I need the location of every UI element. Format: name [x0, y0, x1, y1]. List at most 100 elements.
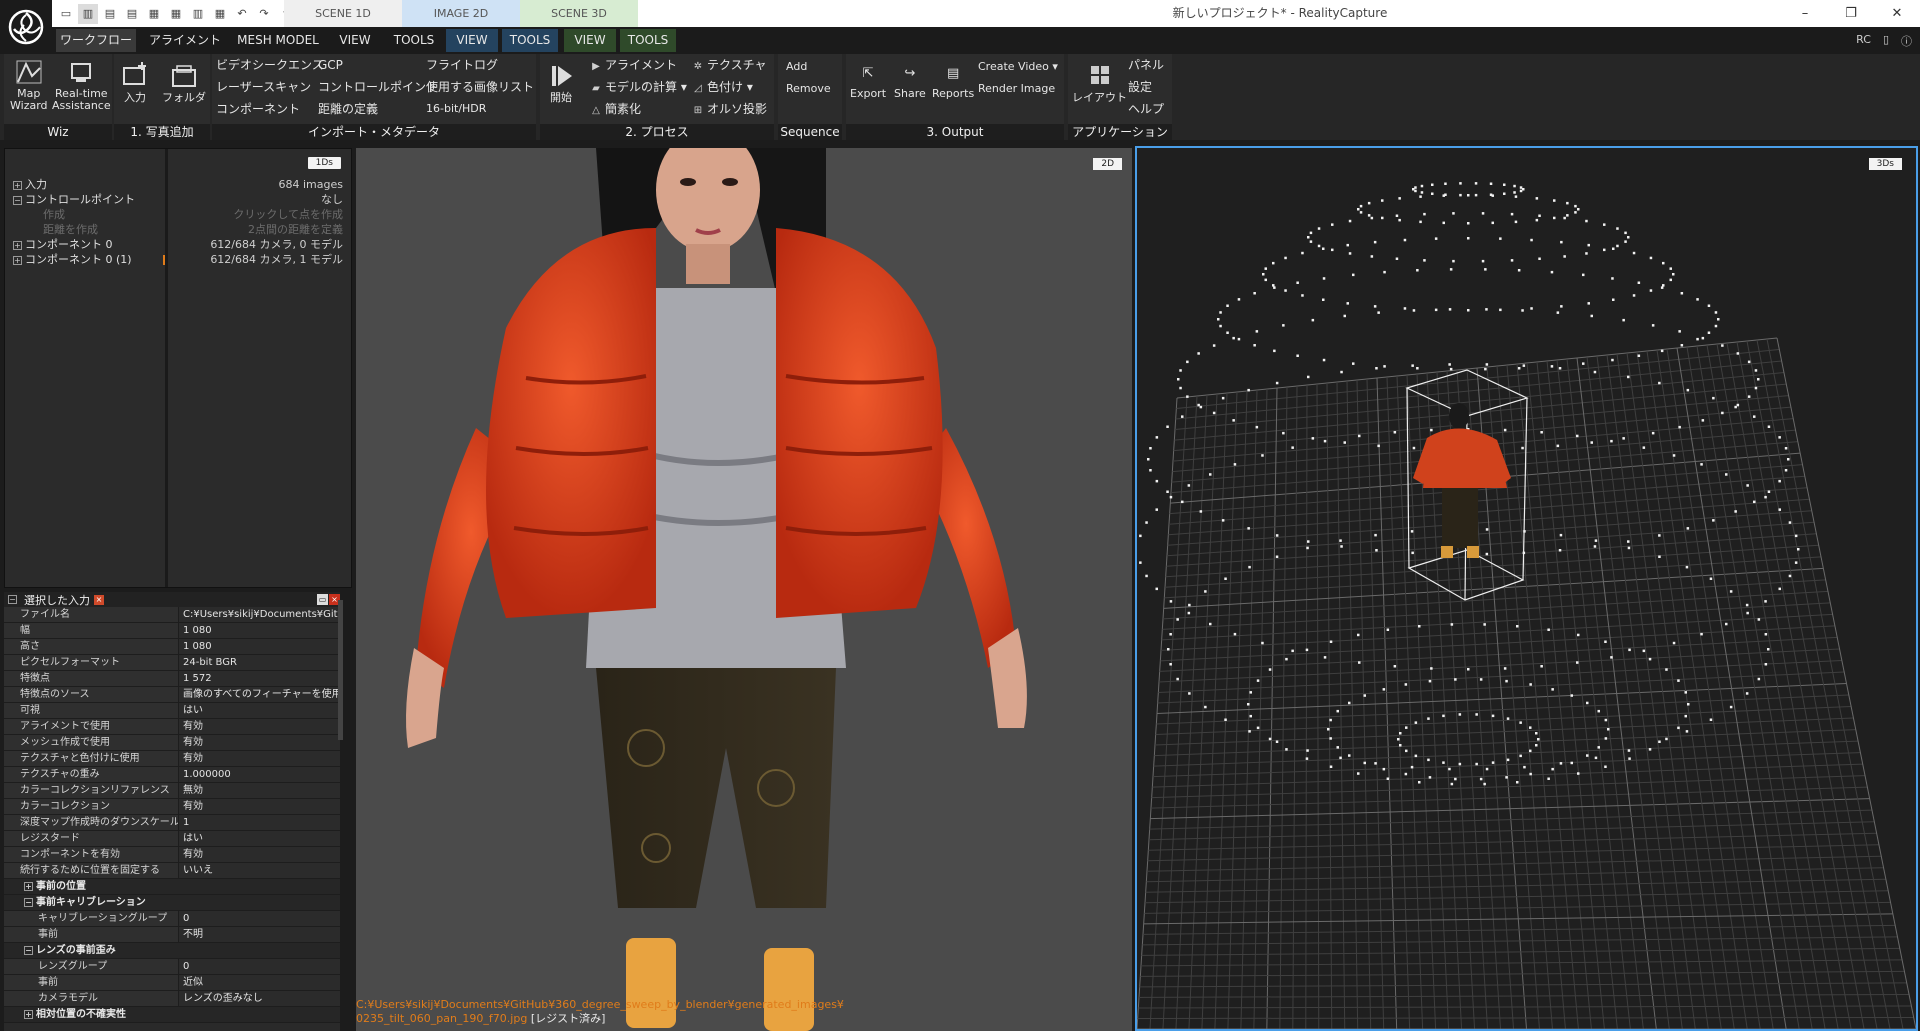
property-row[interactable]: テクスチャと色付けに使用 有効 [4, 751, 340, 767]
tab-tools-1d[interactable]: TOOLS [388, 29, 440, 52]
app-logo-icon[interactable] [0, 0, 52, 54]
property-row[interactable]: ピクセルフォーマット 24-bit BGR [4, 655, 340, 671]
tab-view-2d[interactable]: VIEW [446, 29, 498, 52]
tab-mesh-model[interactable]: MESH MODEL [234, 29, 322, 52]
rc-label[interactable]: RC [1856, 33, 1871, 49]
property-row[interactable]: カラーコレクションリファレンス 無効 [4, 783, 340, 799]
minimize-button[interactable]: – [1782, 0, 1828, 27]
layout-8-icon[interactable]: ▦ [210, 4, 230, 24]
collapse-icon[interactable]: − [8, 595, 17, 604]
property-row[interactable]: レジスタード はい [4, 831, 340, 847]
tab-tools-2d[interactable]: TOOLS [502, 29, 558, 52]
context-tab-image-2d[interactable]: IMAGE 2D [402, 0, 520, 27]
property-row[interactable]: キャリブレーショングループ 0 [4, 911, 340, 927]
folder-button[interactable]: フォルダ [162, 62, 206, 104]
collapse-icon[interactable]: − [13, 196, 22, 205]
layout-2-icon[interactable]: ▥ [78, 3, 98, 24]
help-button[interactable]: ヘルプ [1128, 102, 1164, 116]
property-row[interactable]: 深度マップ作成時のダウンスケール 1 [4, 815, 340, 831]
create-video-button[interactable]: Create Video ▾ [978, 60, 1058, 74]
image-list-button[interactable]: 使用する画像リスト [426, 80, 534, 94]
align-button[interactable]: ▶ アライメント [590, 58, 677, 74]
input-button[interactable]: 入力 [120, 62, 150, 104]
collapse-icon[interactable]: − [24, 946, 33, 955]
map-wizard-button[interactable]: Map Wizard [10, 58, 48, 112]
settings-button[interactable]: 設定 [1128, 80, 1152, 94]
scene-3d-viewport[interactable]: 3Ds [1135, 146, 1918, 1031]
property-row[interactable]: 特徴点 1 572 [4, 671, 340, 687]
property-row[interactable]: アライメントで使用 有効 [4, 719, 340, 735]
layout-4-icon[interactable]: ▤ [122, 4, 142, 24]
document-icon[interactable]: ▯ [1883, 33, 1889, 49]
panels-button[interactable]: パネル [1128, 58, 1164, 72]
tab-tools-3d[interactable]: TOOLS [620, 29, 676, 52]
ortho-projection-button[interactable]: ⊞ オルソ投影 [692, 102, 767, 118]
tree-item-create-distance[interactable]: 距離を作成 2点間の距離を定義 [13, 222, 343, 237]
realtime-assistance-button[interactable]: Real-time Assistance [52, 58, 111, 112]
property-row[interactable]: 高さ 1 080 [4, 639, 340, 655]
tree-item-control-points[interactable]: − コントロールポイント なし [13, 192, 343, 207]
property-row[interactable]: 事前 不明 [4, 927, 340, 943]
define-distance-button[interactable]: 距離の定義 [318, 102, 378, 116]
sequence-add-button[interactable]: Add [786, 60, 807, 74]
sequence-remove-button[interactable]: Remove [786, 82, 831, 96]
tree-item-component-0-1[interactable]: + コンポーネント 0 (1) 612/684 カメラ, 1 モデル [13, 252, 343, 267]
property-row[interactable]: カメラモデル レンズの歪みなし [4, 991, 340, 1007]
image-2d-viewport[interactable]: 2D [356, 148, 1132, 1031]
flight-log-button[interactable]: フライトログ [426, 58, 498, 72]
property-row[interactable]: メッシュ作成で使用 有効 [4, 735, 340, 751]
property-section[interactable]: + 相対位置の不確実性 [4, 1007, 340, 1023]
tree-item-create-point[interactable]: 作成 クリックして点を作成 [13, 207, 343, 222]
layout-3-icon[interactable]: ▤ [100, 4, 120, 24]
property-row[interactable]: 可視 はい [4, 703, 340, 719]
export-button[interactable]: ⇱ Export [850, 67, 886, 100]
share-button[interactable]: ↪ Share [894, 67, 926, 100]
redo-icon[interactable]: ↷ [254, 4, 274, 24]
hdr-button[interactable]: 16-bit/HDR [426, 102, 486, 116]
tree-item-input[interactable]: + 入力 684 images [13, 177, 343, 192]
colorize-button[interactable]: ◿ 色付け ▾ [692, 80, 753, 96]
component-import-button[interactable]: コンポーネント [216, 102, 300, 116]
property-row[interactable]: テクスチャの重み 1.000000 [4, 767, 340, 783]
tab-view-1d[interactable]: VIEW [326, 29, 384, 52]
property-section[interactable]: − レンズの事前歪み [4, 943, 340, 959]
property-row[interactable]: 特徴点のソース 画像のすべてのフィーチャーを使用 [4, 687, 340, 703]
layout-button[interactable]: レイアウト [1072, 62, 1127, 104]
texture-button[interactable]: ✲ テクスチャ [692, 58, 767, 74]
reports-button[interactable]: ▤ Reports [932, 67, 974, 100]
close-button[interactable]: ✕ [1874, 0, 1920, 27]
property-row[interactable]: カラーコレクション 有効 [4, 799, 340, 815]
gcp-button[interactable]: GCP [318, 58, 343, 72]
property-row[interactable]: レンズグループ 0 [4, 959, 340, 975]
expand-icon[interactable]: + [24, 882, 33, 891]
laser-scan-button[interactable]: レーザースキャン [216, 80, 311, 94]
layout-5-icon[interactable]: ▦ [144, 4, 164, 24]
property-row[interactable]: ファイル名 C:¥Users¥sikij¥Documents¥GitH... [4, 607, 340, 623]
layout-6-icon[interactable]: ▦ [166, 4, 186, 24]
expand-icon[interactable]: + [13, 181, 22, 190]
control-points-button[interactable]: コントロールポイント [318, 80, 438, 94]
property-row[interactable]: 続行するために位置を固定する いいえ [4, 863, 340, 879]
restore-button[interactable]: ❐ [1828, 0, 1874, 27]
pin-icon[interactable]: × [94, 594, 104, 605]
video-sequence-button[interactable]: ビデオシークエンス [216, 58, 324, 72]
property-row[interactable]: 幅1 080 [4, 623, 340, 639]
render-image-button[interactable]: Render Image [978, 82, 1055, 96]
float-panel-icon[interactable]: ▭ [317, 594, 328, 605]
properties-scrollbar[interactable] [338, 600, 343, 740]
expand-icon[interactable]: + [24, 1010, 33, 1019]
start-button[interactable]: 開始 [546, 62, 576, 104]
property-section[interactable]: + 事前の位置 [4, 879, 340, 895]
tab-workflow[interactable]: ワークフロー [56, 29, 136, 52]
collapse-icon[interactable]: − [24, 898, 33, 907]
property-row[interactable]: コンポーネントを有効 有効 [4, 847, 340, 863]
context-tab-scene-1d[interactable]: SCENE 1D [284, 0, 402, 27]
tab-view-3d[interactable]: VIEW [564, 29, 616, 52]
layout-7-icon[interactable]: ▥ [188, 4, 208, 24]
tab-alignment[interactable]: アライメント [140, 29, 230, 52]
expand-icon[interactable]: + [13, 256, 22, 265]
help-icon[interactable]: ⓘ [1901, 33, 1912, 49]
tree-item-component-0[interactable]: + コンポーネント 0 612/684 カメラ, 0 モデル [13, 237, 343, 252]
calculate-model-button[interactable]: ▰ モデルの計算 ▾ [590, 80, 687, 96]
simplify-button[interactable]: △ 簡素化 [590, 102, 641, 118]
